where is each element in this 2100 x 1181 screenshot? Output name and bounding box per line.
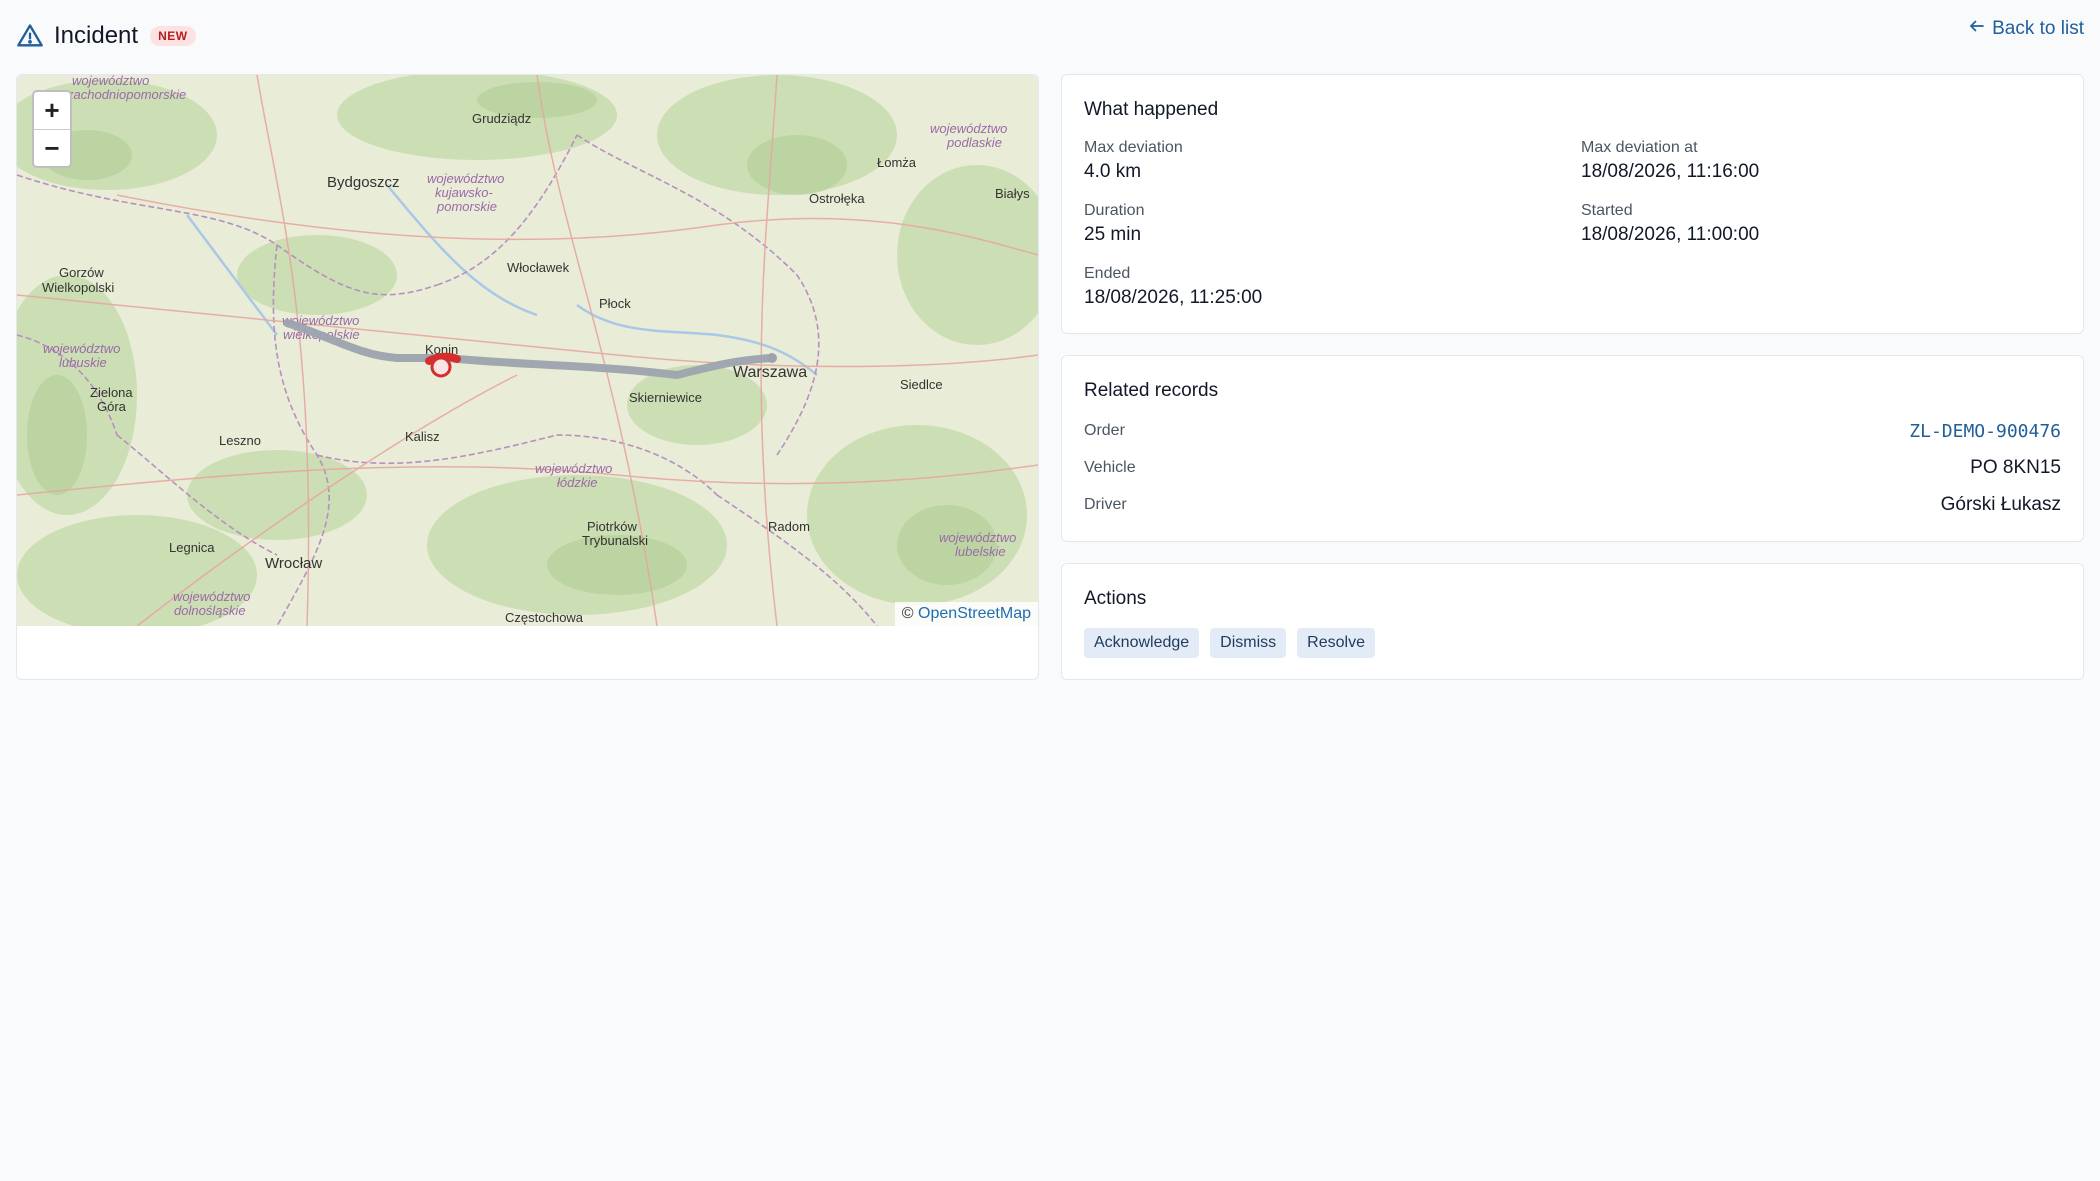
svg-text:zachodniopomorskie: zachodniopomorskie	[66, 87, 186, 102]
related-records-card: Related records Order ZL-DEMO-900476 Veh…	[1061, 355, 2084, 542]
svg-text:Bydgoszcz: Bydgoszcz	[327, 174, 400, 191]
field-started: Started 18/08/2026, 11:00:00	[1581, 202, 1760, 245]
svg-text:łódzkie: łódzkie	[557, 475, 597, 490]
field-max-deviation: Max deviation 4.0 km	[1084, 139, 1183, 182]
related-records-title: Related records	[1084, 380, 1219, 401]
resolve-button[interactable]: Resolve	[1297, 628, 1375, 658]
actions-card: Actions Acknowledge Dismiss Resolve	[1061, 563, 2084, 680]
svg-text:Legnica: Legnica	[169, 540, 215, 555]
map-card: Grudziądz Bydgoszcz Łomża Ostrołęka Biał…	[16, 74, 1039, 680]
svg-text:Łomża: Łomża	[877, 155, 917, 170]
svg-text:kujawsko-: kujawsko-	[435, 185, 493, 200]
dismiss-button[interactable]: Dismiss	[1210, 628, 1287, 658]
zoom-out-button[interactable]: −	[34, 129, 70, 167]
field-max-deviation-at: Max deviation at 18/08/2026, 11:16:00	[1581, 139, 1760, 182]
svg-text:Wrocław: Wrocław	[265, 555, 322, 572]
map-tiles: Grudziądz Bydgoszcz Łomża Ostrołęka Biał…	[17, 75, 1038, 626]
page-title: Incident	[54, 22, 139, 49]
map-attribution: © OpenStreetMap	[894, 602, 1038, 626]
svg-text:Kalisz: Kalisz	[405, 429, 440, 444]
svg-text:Piotrków: Piotrków	[587, 519, 637, 534]
related-row-vehicle: Vehicle PO 8KN15	[1084, 457, 2061, 478]
svg-text:Leszno: Leszno	[219, 433, 261, 448]
what-happened-card: What happened Max deviation 4.0 km Max d…	[1061, 74, 2084, 334]
related-row-driver: Driver Górski Łukasz	[1084, 494, 2061, 515]
svg-text:Trybunalski: Trybunalski	[582, 533, 648, 548]
svg-text:Wielkopolski: Wielkopolski	[42, 280, 114, 295]
svg-text:Skierniewice: Skierniewice	[629, 390, 702, 405]
svg-text:województwo: województwo	[173, 589, 250, 604]
svg-text:pomorskie: pomorskie	[436, 199, 497, 214]
related-row-order: Order ZL-DEMO-900476	[1084, 420, 2061, 442]
svg-text:Góra: Góra	[97, 399, 127, 414]
svg-text:Radom: Radom	[768, 519, 810, 534]
svg-text:Siedlce: Siedlce	[900, 377, 943, 392]
svg-text:Częstochowa: Częstochowa	[505, 610, 584, 625]
attribution-prefix: ©	[901, 605, 914, 622]
openstreetmap-link[interactable]: OpenStreetMap	[918, 605, 1031, 622]
back-to-list-link[interactable]: Back to list	[1968, 18, 2084, 40]
svg-text:Białys: Białys	[995, 186, 1030, 201]
svg-text:lubelskie: lubelskie	[955, 544, 1006, 559]
svg-text:podlaskie: podlaskie	[946, 135, 1002, 150]
svg-text:Ostrołęka: Ostrołęka	[809, 191, 865, 206]
page-header: Incident NEW Back to list	[16, 18, 2084, 54]
back-to-list-label: Back to list	[1992, 18, 2084, 39]
svg-text:województwo: województwo	[939, 530, 1016, 545]
svg-text:lubuskie: lubuskie	[59, 355, 107, 370]
svg-text:Warszawa: Warszawa	[733, 364, 807, 381]
what-happened-title: What happened	[1084, 99, 1219, 120]
arrow-left-icon	[1968, 17, 1992, 41]
status-badge: NEW	[150, 26, 196, 46]
svg-text:województwo: województwo	[930, 121, 1007, 136]
svg-text:dolnośląskie: dolnośląskie	[174, 603, 246, 618]
actions-title: Actions	[1084, 588, 1147, 609]
svg-text:województwo: województwo	[43, 341, 120, 356]
field-ended: Ended 18/08/2026, 11:25:00	[1084, 265, 1263, 308]
svg-text:Włocławek: Włocławek	[507, 260, 570, 275]
acknowledge-button[interactable]: Acknowledge	[1084, 628, 1200, 658]
field-duration: Duration 25 min	[1084, 202, 1145, 245]
incident-map[interactable]: Grudziądz Bydgoszcz Łomża Ostrołęka Biał…	[17, 75, 1038, 626]
order-link[interactable]: ZL-DEMO-900476	[1909, 421, 2061, 442]
svg-text:Gorzów: Gorzów	[59, 265, 104, 280]
zoom-control: + −	[32, 90, 72, 168]
svg-text:województwo: województwo	[535, 461, 612, 476]
zoom-in-button[interactable]: +	[34, 92, 70, 129]
svg-text:województwo: województwo	[427, 171, 504, 186]
svg-text:Płock: Płock	[599, 296, 631, 311]
alert-triangle-icon	[16, 22, 44, 50]
svg-text:Grudziądz: Grudziądz	[472, 111, 531, 126]
actions-group: Acknowledge Dismiss Resolve	[1084, 628, 1375, 658]
svg-text:Zielona: Zielona	[90, 385, 133, 400]
